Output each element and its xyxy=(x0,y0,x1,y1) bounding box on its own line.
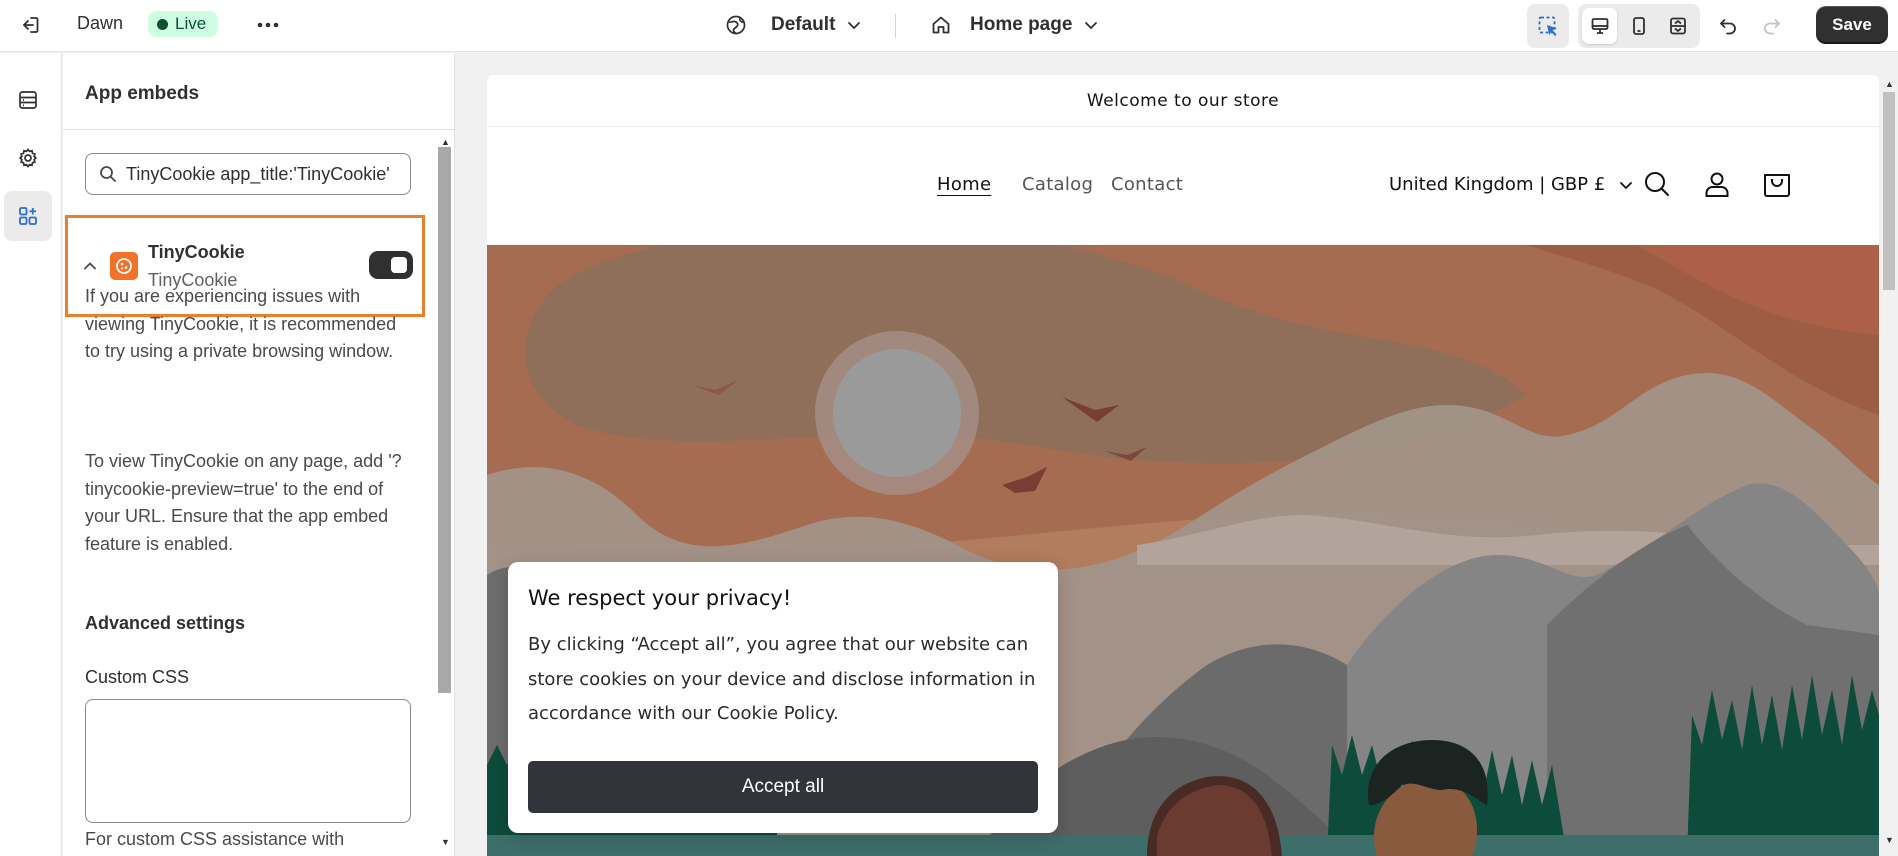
nav-link-contact[interactable]: Contact xyxy=(1111,174,1183,195)
mobile-icon xyxy=(1633,17,1645,35)
settings-icon xyxy=(18,148,38,168)
redo-icon xyxy=(1764,19,1780,35)
account-icon xyxy=(1705,172,1729,197)
advanced-settings-heading: Advanced settings xyxy=(85,613,246,633)
custom-css-textarea[interactable] xyxy=(85,699,411,823)
inspector-toggle-button[interactable] xyxy=(1527,4,1569,48)
inner-scroll-up-arrow[interactable]: ▲ xyxy=(441,137,450,147)
live-dot-icon xyxy=(157,18,168,30)
preview-instructions-text: To view TinyCookie on any page, add '?ti… xyxy=(85,451,402,554)
redo-button[interactable] xyxy=(1756,10,1788,42)
app-embeds-panel: App embeds ▲ TinyCookie TinyCookie If yo… xyxy=(63,53,455,856)
chevron-down-icon xyxy=(1085,22,1098,30)
cookie-icon xyxy=(116,258,132,274)
country-selector-label: United Kingdom | GBP £ xyxy=(1389,174,1606,195)
theme-preset-label: Default xyxy=(771,14,836,35)
save-button[interactable]: Save xyxy=(1816,6,1888,44)
panel-divider xyxy=(63,129,454,130)
theme-name: Dawn xyxy=(77,13,124,33)
home-icon xyxy=(932,16,950,34)
editor-topbar: Dawn Live Default Home page Save xyxy=(0,0,1898,52)
globe-icon xyxy=(726,15,746,35)
toggle-knob xyxy=(391,257,407,273)
preview-scroll-down-arrow[interactable]: ▼ xyxy=(1885,835,1894,845)
app-embed-search xyxy=(85,153,411,195)
undo-button[interactable] xyxy=(1712,10,1744,42)
chevron-down-icon xyxy=(848,22,861,30)
sections-icon xyxy=(19,91,37,109)
live-label: Live xyxy=(175,14,207,33)
exit-button[interactable] xyxy=(14,10,46,40)
cookie-banner-title: We respect your privacy! xyxy=(528,586,792,610)
inner-scroll-down-arrow[interactable]: ▼ xyxy=(441,837,450,847)
nav-link-catalog[interactable]: Catalog xyxy=(1022,174,1093,195)
editor-nav-rail xyxy=(0,53,62,856)
preview-scroll-thumb[interactable] xyxy=(1883,92,1895,290)
mobile-view-button[interactable] xyxy=(1621,8,1656,44)
custom-css-label: Custom CSS xyxy=(85,667,190,687)
cookie-banner-text: By clicking “Accept all”, you agree that… xyxy=(528,634,1036,724)
app-embed-enable-toggle[interactable] xyxy=(369,251,413,279)
search-icon xyxy=(100,166,116,182)
storefront-preview: Welcome to our store Home Catalog Contac… xyxy=(487,75,1879,856)
viewport-switcher xyxy=(1578,4,1700,48)
tinycookie-app-logo xyxy=(110,252,138,280)
page-select[interactable]: Home page xyxy=(930,10,1098,40)
troubleshooting-text: If you are experiencing issues with view… xyxy=(85,286,397,361)
store-search-button[interactable] xyxy=(1637,164,1677,204)
app-embeds-nav-button[interactable] xyxy=(4,191,52,241)
app-embed-name: TinyCookie xyxy=(148,242,245,262)
app-embeds-icon xyxy=(19,207,37,225)
preview-scrollbar[interactable]: ▲ ▼ xyxy=(1880,75,1898,856)
more-actions-button[interactable] xyxy=(252,12,284,38)
desktop-icon xyxy=(1591,18,1609,34)
chevron-up-icon[interactable] xyxy=(82,258,98,274)
inner-scroll-thumb[interactable] xyxy=(438,147,451,693)
panel-title: App embeds xyxy=(85,83,200,104)
theme-preset-select[interactable]: Default xyxy=(725,10,861,40)
chevron-down-icon xyxy=(1620,181,1633,189)
store-header: Home Catalog Contact United Kingdom | GB… xyxy=(487,128,1879,246)
inspect-icon xyxy=(1538,16,1557,36)
country-selector[interactable]: United Kingdom | GBP £ xyxy=(1389,174,1633,195)
live-status-badge: Live xyxy=(148,11,219,37)
desktop-view-button[interactable] xyxy=(1582,8,1618,44)
panel-inner-scrollbar[interactable]: ▲ ▼ xyxy=(435,137,454,856)
topbar-divider xyxy=(895,14,896,38)
preview-scroll-up-arrow[interactable]: ▲ xyxy=(1885,79,1894,89)
theme-settings-nav-button[interactable] xyxy=(4,133,52,183)
announcement-bar: Welcome to our store xyxy=(487,75,1879,127)
accept-all-button[interactable]: Accept all xyxy=(528,761,1038,813)
more-icon xyxy=(257,22,279,28)
fullwidth-view-button[interactable] xyxy=(1661,8,1696,44)
cart-icon xyxy=(1764,174,1790,197)
fullwidth-icon xyxy=(1670,17,1687,35)
nav-link-home[interactable]: Home xyxy=(937,174,991,195)
page-select-label: Home page xyxy=(970,14,1073,35)
custom-css-help-text: For custom CSS assistance with xyxy=(85,829,345,849)
cookie-consent-banner: We respect your privacy! By clicking “Ac… xyxy=(508,562,1058,833)
search-icon xyxy=(1645,172,1669,196)
cart-button[interactable] xyxy=(1757,164,1797,204)
undo-icon xyxy=(1720,19,1736,35)
app-embed-search-input[interactable] xyxy=(126,163,402,185)
exit-icon xyxy=(23,17,39,33)
sections-nav-button[interactable] xyxy=(4,75,52,125)
account-button[interactable] xyxy=(1697,164,1737,204)
